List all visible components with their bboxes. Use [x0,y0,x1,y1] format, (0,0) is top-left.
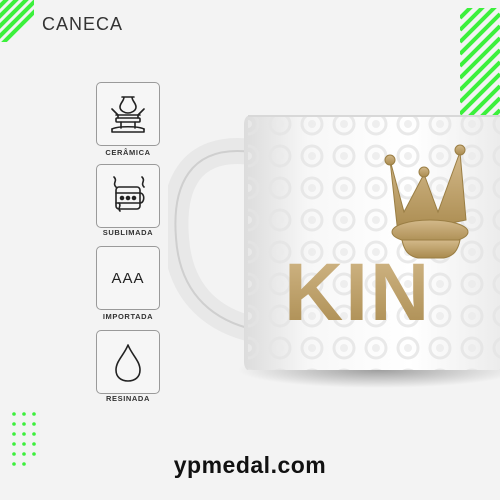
corner-stripes-decoration [0,0,34,42]
imported-label: IMPORTADA [102,312,154,321]
mug-product-image: KIN [162,108,500,408]
website-url: ypmedal.com [173,452,327,478]
ceramic-badge [96,82,160,146]
resin-label: RESINADA [106,394,150,403]
page-title: CANECA [42,14,124,34]
pottery-wheel-icon [111,96,145,133]
heat-sublimation-icon [113,176,145,212]
imported-badge: AAA [96,246,160,310]
ceramic-label: CERÂMICA [105,148,151,157]
resin-badge [96,330,160,394]
sublimation-label: SUBLIMADA [102,228,154,237]
mug-print-text: KIN [284,247,431,338]
aaa-quality-icon: AAA [111,269,145,287]
resin-drop-icon [115,344,141,382]
sublimation-badge [96,164,160,228]
